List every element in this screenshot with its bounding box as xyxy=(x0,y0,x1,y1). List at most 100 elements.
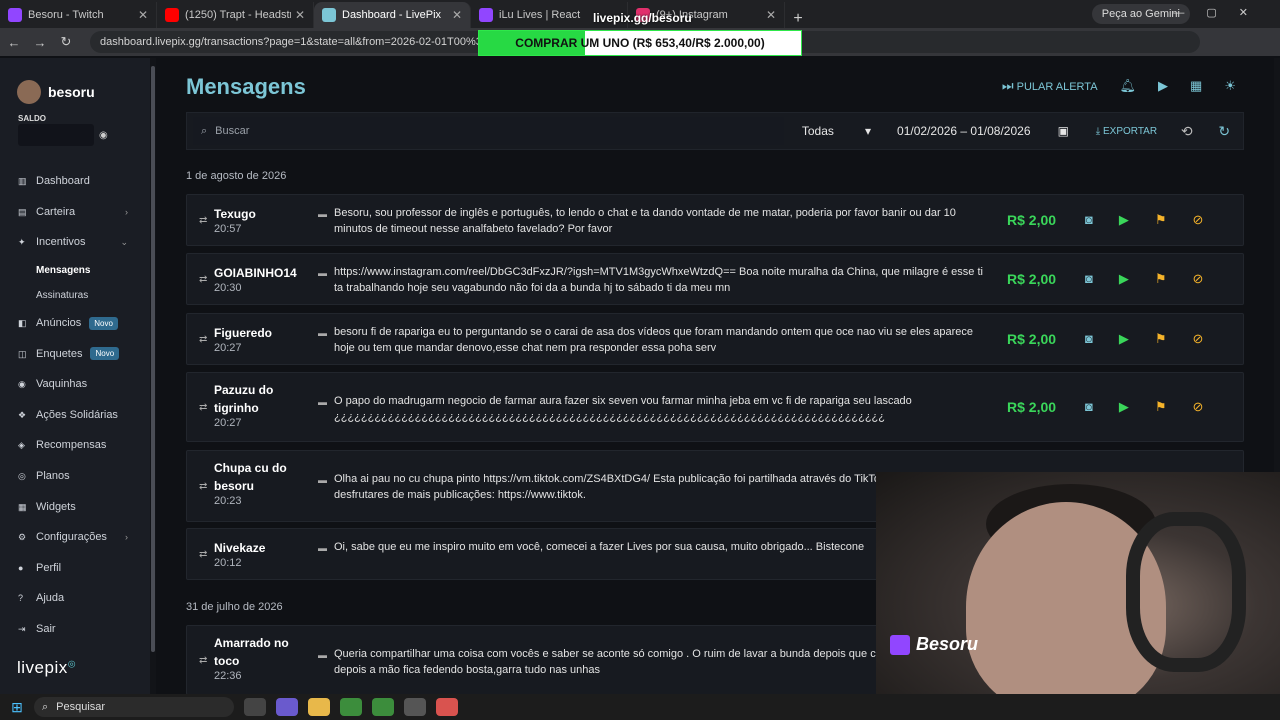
message-time: 20:57 xyxy=(214,223,242,235)
block-icon[interactable]: ⊘ xyxy=(1193,331,1204,347)
chrome-icon[interactable] xyxy=(372,698,394,716)
tab-twitch[interactable]: Besoru - Twitch ✕ xyxy=(0,2,157,28)
block-icon[interactable]: ⊘ xyxy=(1193,212,1204,228)
bell-icon[interactable]: 🔔︎ xyxy=(1120,78,1137,94)
close-icon[interactable]: ✕ xyxy=(766,8,776,22)
date-range-picker[interactable]: 01/02/2026 – 01/08/2026 ▣ xyxy=(889,124,1077,138)
close-icon[interactable]: ✕ xyxy=(138,8,148,22)
play-icon[interactable]: ▶ xyxy=(1119,271,1129,287)
message-row[interactable]: ⇄ GOIABINHO14 20:30 ▬ https://www.instagram.… xyxy=(186,253,1244,305)
skip-icon: ⏭ xyxy=(1001,78,1014,93)
sidebar-item-sair[interactable]: ⇥ Sair xyxy=(0,614,150,645)
twitch-icon xyxy=(8,8,22,22)
nav-icon: ⇥ xyxy=(18,624,26,635)
tab-livepix[interactable]: Dashboard - LivePix ✕ xyxy=(314,2,471,28)
row-actions: ◙ ▶ ⚑ ⊘ xyxy=(1085,271,1203,287)
layout-icon[interactable]: ▦ xyxy=(1190,78,1202,94)
sidebar-item-planos[interactable]: ◎ Planos xyxy=(0,461,150,492)
message-row[interactable]: ⇄ Texugo 20:57 ▬ Besoru, sou professor de in… xyxy=(186,194,1244,246)
date-group-header: 31 de julho de 2026 xyxy=(186,601,283,613)
taskbar-search[interactable]: ⌕ Pesquisar xyxy=(34,697,234,717)
play-icon[interactable]: ▶ xyxy=(1119,331,1129,347)
search-input[interactable]: ⌕ Buscar xyxy=(193,117,784,145)
message-row[interactable]: ⇄ Figueredo 20:27 ▬ besoru fi de rapariga eu… xyxy=(186,313,1244,365)
sidebar-item-carteira[interactable]: ▤ Carteira › xyxy=(0,197,150,228)
sender-name: Amarrado no toco xyxy=(214,636,289,668)
sidebar-item-ajuda[interactable]: ? Ajuda xyxy=(0,583,150,614)
username: besoru xyxy=(48,84,95,100)
donation-amount: R$ 2,00 xyxy=(1007,271,1057,287)
close-icon[interactable]: ✕ xyxy=(452,8,462,22)
sidebar-item-recompensas[interactable]: ◈ Recompensas xyxy=(0,430,150,461)
sidebar-item-incentivos[interactable]: ✦ Incentivos ⌄ xyxy=(0,227,150,258)
chrome-icon[interactable] xyxy=(436,698,458,716)
header-actions: ⏭ PULAR ALERTA 🔔︎ ▶ ▦ ☀ xyxy=(1002,78,1236,94)
export-button[interactable]: ⤓ EXPORTAR xyxy=(1085,126,1168,137)
file-explorer-icon[interactable] xyxy=(308,698,330,716)
message-icon: ▬ xyxy=(318,397,327,407)
transfer-icon: ⇄ xyxy=(199,334,208,345)
block-icon[interactable]: ⊘ xyxy=(1193,399,1204,415)
row-actions: ◙ ▶ ⚑ ⊘ xyxy=(1085,399,1203,415)
transfer-icon: ⇄ xyxy=(199,481,208,492)
moderator-icon[interactable]: ◙ xyxy=(1085,212,1093,228)
tab-youtube[interactable]: (1250) Trapt - Headstrong (Live✕ xyxy=(157,2,314,28)
reload-icon[interactable]: ↻ xyxy=(54,34,78,50)
close-icon[interactable]: ✕ xyxy=(295,8,305,22)
nav-icon: ● xyxy=(18,562,24,573)
eye-icon[interactable]: ◉ xyxy=(99,130,108,141)
sender-name: Pazuzu do tigrinho xyxy=(214,383,274,415)
new-tab-button[interactable]: + xyxy=(785,10,811,28)
copilot-icon[interactable] xyxy=(276,698,298,716)
transfer-icon: ⇄ xyxy=(199,215,208,226)
message-icon: ▬ xyxy=(318,475,327,485)
flag-icon[interactable]: ⚑ xyxy=(1155,212,1167,228)
theme-sun-icon[interactable]: ☀ xyxy=(1224,78,1236,94)
refresh-icon[interactable]: ↻ xyxy=(1205,123,1243,140)
livepix-logo: livepix◎ xyxy=(17,658,77,677)
sidebar-item-configura-es[interactable]: ⚙ Configurações › xyxy=(0,522,150,553)
flag-icon[interactable]: ⚑ xyxy=(1155,331,1167,347)
sender-name: Chupa cu do besoru xyxy=(214,461,287,493)
moderator-icon[interactable]: ◙ xyxy=(1085,331,1093,347)
sidebar-item-dashboard[interactable]: ▥ Dashboard xyxy=(0,166,150,197)
sender-name: Figueredo xyxy=(214,326,273,340)
youtube-icon xyxy=(165,8,179,22)
moderator-icon[interactable]: ◙ xyxy=(1085,399,1093,415)
windows-start-icon[interactable]: ⊞ xyxy=(0,699,34,716)
sidebar-subitem-mensagens[interactable]: Mensagens xyxy=(0,258,150,283)
message-row[interactable]: ⇄ Pazuzu do tigrinho 20:27 ▬ O papo do madru… xyxy=(186,372,1244,442)
chrome-icon[interactable] xyxy=(340,698,362,716)
user-profile[interactable]: besoru xyxy=(17,80,95,104)
sync-icon[interactable]: ⟲ xyxy=(1168,123,1206,140)
donation-amount: R$ 2,00 xyxy=(1007,331,1057,347)
sidebar-item-vaquinhas[interactable]: ◉ Vaquinhas xyxy=(0,369,150,400)
transfer-icon: ⇄ xyxy=(199,274,208,285)
block-icon[interactable]: ⊘ xyxy=(1193,271,1204,287)
forward-icon[interactable]: → xyxy=(28,35,52,50)
play-icon[interactable]: ▶ xyxy=(1119,399,1129,415)
window-controls[interactable]: —▢✕ xyxy=(1173,6,1270,19)
status-filter-select[interactable]: Todas ▾ xyxy=(794,124,879,138)
flag-icon[interactable]: ⚑ xyxy=(1155,271,1167,287)
overlay-title: livepix.gg/besoru xyxy=(593,11,692,25)
sender-name: Nivekaze xyxy=(214,541,266,555)
skip-alert-button[interactable]: ⏭ PULAR ALERTA xyxy=(1002,78,1098,94)
obs-icon[interactable] xyxy=(404,698,426,716)
sidebar-item-an-ncios[interactable]: ◧ Anúncios Novo xyxy=(0,308,150,339)
play-icon[interactable]: ▶ xyxy=(1119,212,1129,228)
sidebar-item-widgets[interactable]: ▦ Widgets xyxy=(0,491,150,522)
sidebar-item-perfil[interactable]: ● Perfil xyxy=(0,553,150,584)
transfer-icon: ⇄ xyxy=(199,549,208,560)
flag-icon[interactable]: ⚑ xyxy=(1155,399,1167,415)
chevron-icon: › xyxy=(125,532,128,543)
sender-name: Texugo xyxy=(214,207,256,221)
sidebar-item-enquetes[interactable]: ◫ Enquetes Novo xyxy=(0,338,150,369)
nav-icon: ◎ xyxy=(18,471,26,482)
task-view-icon[interactable] xyxy=(244,698,266,716)
sidebar-subitem-assinaturas[interactable]: Assinaturas xyxy=(0,283,150,308)
sidebar-item-a-es-solid-rias[interactable]: ❖ Ações Solidárias xyxy=(0,400,150,431)
moderator-icon[interactable]: ◙ xyxy=(1085,271,1093,287)
youtube-icon[interactable]: ▶ xyxy=(1158,78,1168,94)
back-icon[interactable]: ← xyxy=(2,35,26,50)
